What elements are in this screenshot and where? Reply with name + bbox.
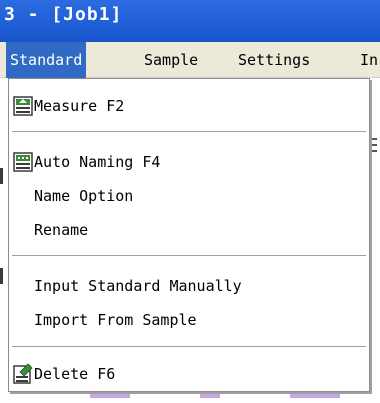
menu-item-label: Name Option [34, 187, 134, 205]
background-tick [371, 138, 377, 140]
standard-dropdown-menu: Measure F2 Auto Naming F4 Name Option Re… [8, 78, 370, 392]
menu-bar: Standard Sample Settings In [0, 42, 380, 78]
background-tick [371, 144, 377, 146]
background-mark [0, 168, 3, 184]
menu-separator [12, 131, 366, 133]
menu-standard[interactable]: Standard [6, 42, 87, 78]
menu-in[interactable]: In [356, 42, 380, 78]
menu-item-label: Input Standard Manually [34, 277, 242, 295]
menu-item-label: Rename [34, 221, 89, 239]
background-fragment [90, 394, 130, 398]
menu-item-delete[interactable]: Delete F6 [10, 359, 368, 389]
app-window: 3 - [Job1] Standard Sample Settings In M… [0, 0, 380, 403]
menu-sample[interactable]: Sample [140, 42, 202, 78]
background-app-left [0, 78, 8, 403]
menu-separator [12, 255, 366, 257]
menu-item-auto-naming[interactable]: Auto Naming F4 [10, 147, 368, 177]
window-title: 3 - [Job1] [4, 4, 123, 25]
background-app-right [370, 78, 380, 403]
background-tick [371, 150, 377, 152]
menu-item-label: Auto Naming F4 [34, 153, 161, 171]
background-app-bottom [60, 392, 360, 403]
menu-item-measure[interactable]: Measure F2 [10, 91, 368, 121]
menu-separator [12, 346, 366, 348]
background-mark [0, 268, 3, 284]
menu-item-label: Delete F6 [34, 365, 116, 383]
menu-item-name-option[interactable]: Name Option [10, 181, 368, 211]
menu-settings[interactable]: Settings [234, 42, 314, 78]
menu-item-import-from-sample[interactable]: Import From Sample [10, 305, 368, 335]
background-fragment [200, 394, 220, 398]
menu-item-rename[interactable]: Rename [10, 215, 368, 245]
title-bar: 3 - [Job1] [0, 0, 380, 42]
background-fragment [290, 394, 340, 398]
menu-item-label: Import From Sample [34, 311, 197, 329]
delete-icon [13, 363, 33, 384]
menu-item-label: Measure F2 [34, 97, 125, 115]
auto-naming-icon [13, 152, 33, 172]
menu-item-input-standard-manually[interactable]: Input Standard Manually [10, 271, 368, 301]
measure-icon [13, 96, 33, 116]
